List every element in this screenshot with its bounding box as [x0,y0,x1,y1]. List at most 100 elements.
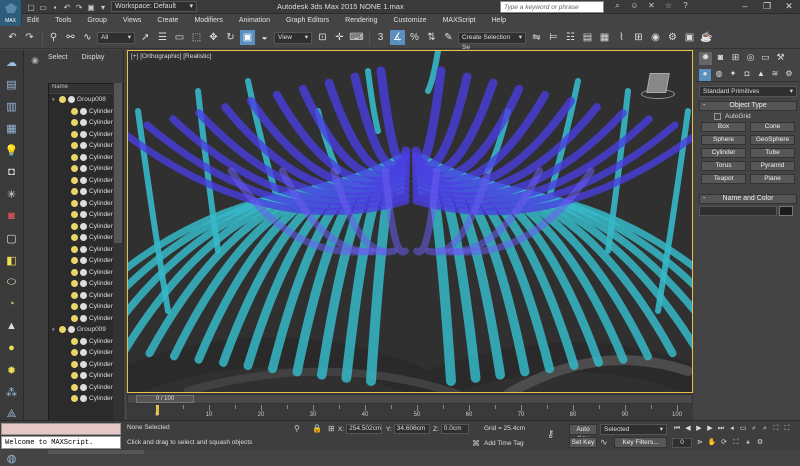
previous-frame-icon[interactable]: ◀ [683,424,693,434]
track-bar[interactable]: 0 10 20 30 40 50 60 70 80 90 100 [155,405,691,419]
field-of-view-icon[interactable]: ⊳ [695,438,705,448]
pin-icon[interactable]: ⚲ [294,424,300,433]
autogrid-option[interactable]: AutoGrid [714,113,800,120]
reference-coordinate-dropdown[interactable]: View ▾ [274,31,312,44]
pyramid-button[interactable]: Pyramid [750,161,795,171]
tree-row-group[interactable]: ▾ Group008 [49,94,113,106]
create-tab-icon[interactable]: ✸ [699,52,712,65]
plane-button[interactable]: Plane [750,174,795,184]
schematic-view-icon[interactable]: ⊞ [631,30,646,45]
tree-row-object[interactable]: Cylinder [49,117,113,129]
pan-icon[interactable]: ✋ [707,438,717,448]
exchange-icon[interactable]: ✕ [646,1,657,12]
tangent-curve-icon[interactable]: ∿ [600,437,608,448]
key-filters-button[interactable]: Key Filters... [614,437,667,448]
edit-named-selection-icon[interactable]: ✎ [441,30,456,45]
lock-icon[interactable]: 🔒 [312,424,322,433]
tree-row-object[interactable]: Cylinder [49,175,113,187]
lightbulb-icon[interactable] [71,142,78,150]
lightbulb-icon[interactable] [71,153,78,161]
tree-row-object[interactable]: Cylinder [49,152,113,164]
tree-row-object[interactable]: Cylinder [49,393,113,405]
shapes-icon[interactable]: ◍ [713,69,725,81]
zoom-extents-all-icon[interactable]: ⛶ [782,424,792,434]
scene-tree[interactable]: Name ▾ Group008 Cylinder Cylinder Cylinder Cy… [48,83,114,443]
rendered-frame-window-icon[interactable]: ▣ [682,30,697,45]
lightbulb-icon[interactable] [59,326,66,334]
hierarchy-tab-icon[interactable]: ⊞ [729,52,742,65]
cylinder-button[interactable]: Cylinder [701,148,746,158]
tab-display[interactable]: Display [81,54,104,61]
render-production-icon[interactable]: ☕ [699,30,714,45]
utilities-tab-icon[interactable]: ⚒ [774,52,787,65]
object-name-input[interactable] [699,206,777,216]
toggle-scene-explorer-icon[interactable]: ☷ [563,30,578,45]
close-icon[interactable]: ✕ [778,0,800,14]
ribbon-icon[interactable]: ▦ [597,30,612,45]
display-hidden-icon[interactable]: ● [4,340,20,356]
key-mode-toggle-icon[interactable]: ◂ [727,424,737,434]
freeze-icon[interactable] [80,222,87,230]
column-header-name[interactable]: Name [49,84,113,94]
geometry-icon[interactable]: ● [699,69,711,81]
redo-icon[interactable]: ↷ [22,30,37,45]
select-scale-icon[interactable]: ▣ [240,30,255,45]
display-tab-icon[interactable]: ▭ [759,52,772,65]
new-file-icon[interactable]: ▢ [25,1,37,13]
current-frame-field[interactable]: 0 [672,438,692,448]
display-spacewarps-icon[interactable]: ◙ [4,208,20,224]
helpers-icon[interactable]: ▲ [755,69,767,81]
tree-row-object[interactable]: Cylinder [49,163,113,175]
tab-select[interactable]: Select [48,54,67,61]
tree-row-object[interactable]: Cylinder [49,255,113,267]
curve-editor-icon[interactable]: ⌇ [614,30,629,45]
lightbulb-icon[interactable] [71,245,78,253]
cone-button[interactable]: Cone [750,122,795,132]
lightbulb-icon[interactable] [71,337,78,345]
window-crossing-icon[interactable]: ⬚ [189,30,204,45]
tree-row-object[interactable]: Cylinder [49,382,113,394]
pivot-center-icon[interactable]: ⊡ [315,30,330,45]
workspace-dropdown[interactable]: Workspace: Default ▾ [111,1,197,12]
menu-animation[interactable]: Animation [234,17,275,24]
perspective-viewport[interactable]: [+] [Orthographic] [Realistic] [127,50,693,393]
display-lights-icon[interactable]: 💡 [4,142,20,158]
freeze-icon[interactable] [80,303,87,311]
menu-modifiers[interactable]: Modifiers [189,17,227,24]
toggle-layer-explorer-icon[interactable]: ▤ [580,30,595,45]
freeze-icon[interactable] [80,257,87,265]
expand-toggle-icon[interactable]: ▾ [52,97,57,103]
lightbulb-icon[interactable] [71,211,78,219]
time-tag-icon[interactable]: ⌘ [472,439,480,448]
open-file-icon[interactable]: ▭ [37,1,49,13]
selection-filter-dropdown[interactable]: All ▾ [97,31,135,44]
save-file-icon[interactable]: ▪ [49,1,61,13]
y-coordinate-field[interactable]: 34.606cm [393,424,430,434]
motion-tab-icon[interactable]: ◎ [744,52,757,65]
lights-icon[interactable]: ✦ [727,69,739,81]
tree-scrollbar[interactable] [113,83,123,443]
tree-row-object[interactable]: Cylinder [49,244,113,256]
lightbulb-icon[interactable] [71,395,78,403]
freeze-icon[interactable] [80,188,87,196]
key-icon[interactable]: ⚷ [547,429,554,440]
go-to-end-icon[interactable]: ⏭ [716,424,726,434]
freeze-icon[interactable] [80,268,87,276]
freeze-icon[interactable] [80,176,87,184]
lightbulb-icon[interactable] [71,107,78,115]
lightbulb-icon[interactable] [71,314,78,322]
viewcube-icon[interactable] [646,73,670,93]
spacewarps-icon[interactable]: ≋ [769,69,781,81]
options-icon[interactable]: ◍ [4,450,20,466]
binoculars-icon[interactable]: ⌕ [612,1,623,12]
lightbulb-icon[interactable] [71,303,78,311]
tree-row-object[interactable]: Cylinder [49,267,113,279]
user-icon[interactable]: ☺ [629,1,640,12]
zoom-all-icon[interactable]: ⌕ [760,424,770,434]
align-icon[interactable]: ⊨ [546,30,561,45]
freeze-icon[interactable] [80,142,87,150]
menu-create[interactable]: Create [152,17,183,24]
named-selection-dropdown[interactable]: Create Selection Se ▾ [458,31,526,51]
tree-row-object[interactable]: Cylinder [49,278,113,290]
freeze-icon[interactable] [80,234,87,242]
